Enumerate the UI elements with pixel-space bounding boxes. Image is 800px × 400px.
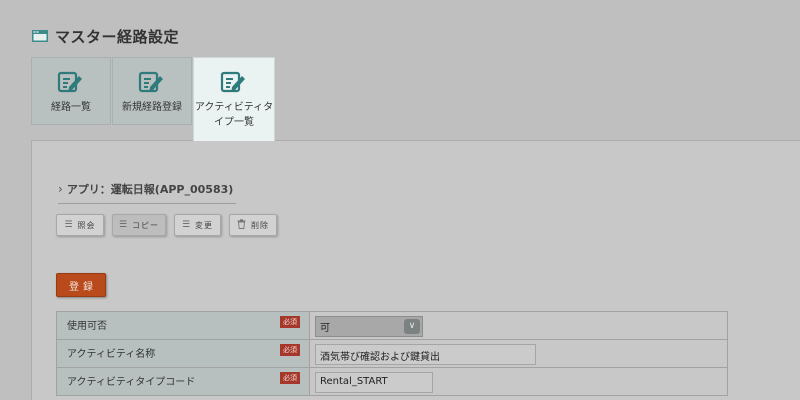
window-icon	[32, 30, 48, 42]
field-label: アクティビティタイプコード 必須	[57, 368, 310, 396]
tab-label-line: アクティビティタ	[194, 102, 274, 113]
list-icon: ☰	[64, 220, 73, 230]
list-icon: ☰	[181, 220, 191, 230]
button-label: 変更	[195, 220, 214, 230]
field-label-text: アクティビティタイプコード	[67, 377, 196, 388]
page-header: マスター経路設定	[32, 25, 179, 47]
page: マスター経路設定 経路一覧 新規経路登録 アクティビティタ イプ一覧 › アプリ…	[0, 0, 800, 400]
field-label: アクティビティ名称 必須	[57, 340, 310, 368]
divider	[58, 203, 236, 204]
field-label-text: アクティビティ名称	[67, 349, 156, 360]
field-label: 使用可否 必須	[57, 312, 310, 340]
register-button[interactable]: 登録	[56, 273, 106, 297]
button-label: 照会	[77, 220, 96, 230]
inquiry-button[interactable]: ☰ 照会	[56, 214, 104, 236]
field-label-text: 使用可否	[67, 321, 107, 332]
tab-route-list[interactable]: 経路一覧	[31, 57, 111, 125]
field-value: 酒気帯び確認および鍵貸出	[310, 340, 728, 368]
required-badge: 必須	[280, 344, 300, 356]
list-icon: ☰	[118, 220, 128, 230]
required-badge: 必須	[280, 316, 300, 328]
edit-document-icon	[220, 70, 248, 94]
availability-select[interactable]: 可 ∨	[315, 316, 423, 337]
activity-type-code-input[interactable]: Rental_START	[315, 372, 433, 393]
activity-form: 使用可否 必須 可 ∨ アクティビティ名称 必須 酒気帯び確認および鍵貸出 アク…	[56, 311, 728, 396]
form-row-availability: 使用可否 必須 可 ∨	[57, 312, 728, 340]
main-panel: › アプリ：運転日報(APP_00583) ☰ 照会 ☰ コピー ☰ 変更 削除…	[31, 140, 800, 400]
chevron-down-icon[interactable]: ∨	[404, 319, 420, 334]
trash-icon	[237, 218, 246, 232]
delete-button[interactable]: 削除	[229, 214, 277, 236]
field-value: 可 ∨	[310, 312, 728, 340]
tab-label-line: イプ一覧	[214, 117, 254, 128]
edit-document-icon	[138, 70, 166, 94]
activity-name-input[interactable]: 酒気帯び確認および鍵貸出	[315, 344, 536, 365]
form-row-activity-type-code: アクティビティタイプコード 必須 Rental_START	[57, 368, 728, 396]
tab-activity-type-list[interactable]: アクティビティタ イプ一覧	[193, 57, 275, 141]
page-title: マスター経路設定	[55, 27, 180, 46]
change-button[interactable]: ☰ 変更	[174, 214, 221, 236]
tab-new-route[interactable]: 新規経路登録	[112, 57, 192, 125]
tab-label: 新規経路登録	[122, 102, 182, 113]
app-title-text: アプリ：運転日報(APP_00583)	[66, 183, 234, 196]
edit-document-icon	[57, 70, 85, 94]
form-row-activity-name: アクティビティ名称 必須 酒気帯び確認および鍵貸出	[57, 340, 728, 368]
tab-label: 経路一覧	[51, 102, 91, 113]
button-label: コピー	[132, 220, 160, 230]
button-label: 削除	[251, 220, 269, 230]
field-value: Rental_START	[310, 368, 728, 396]
tab-bar: 経路一覧 新規経路登録 アクティビティタ イプ一覧	[31, 57, 276, 141]
chevron-right-icon: ›	[58, 182, 63, 196]
copy-button[interactable]: ☰ コピー	[112, 214, 166, 236]
tab-label: アクティビティタ イプ一覧	[195, 100, 273, 130]
required-badge: 必須	[280, 372, 300, 384]
app-title: › アプリ：運転日報(APP_00583)	[58, 181, 233, 197]
action-bar: ☰ 照会 ☰ コピー ☰ 変更 削除	[56, 214, 285, 236]
select-value: 可	[320, 323, 330, 334]
